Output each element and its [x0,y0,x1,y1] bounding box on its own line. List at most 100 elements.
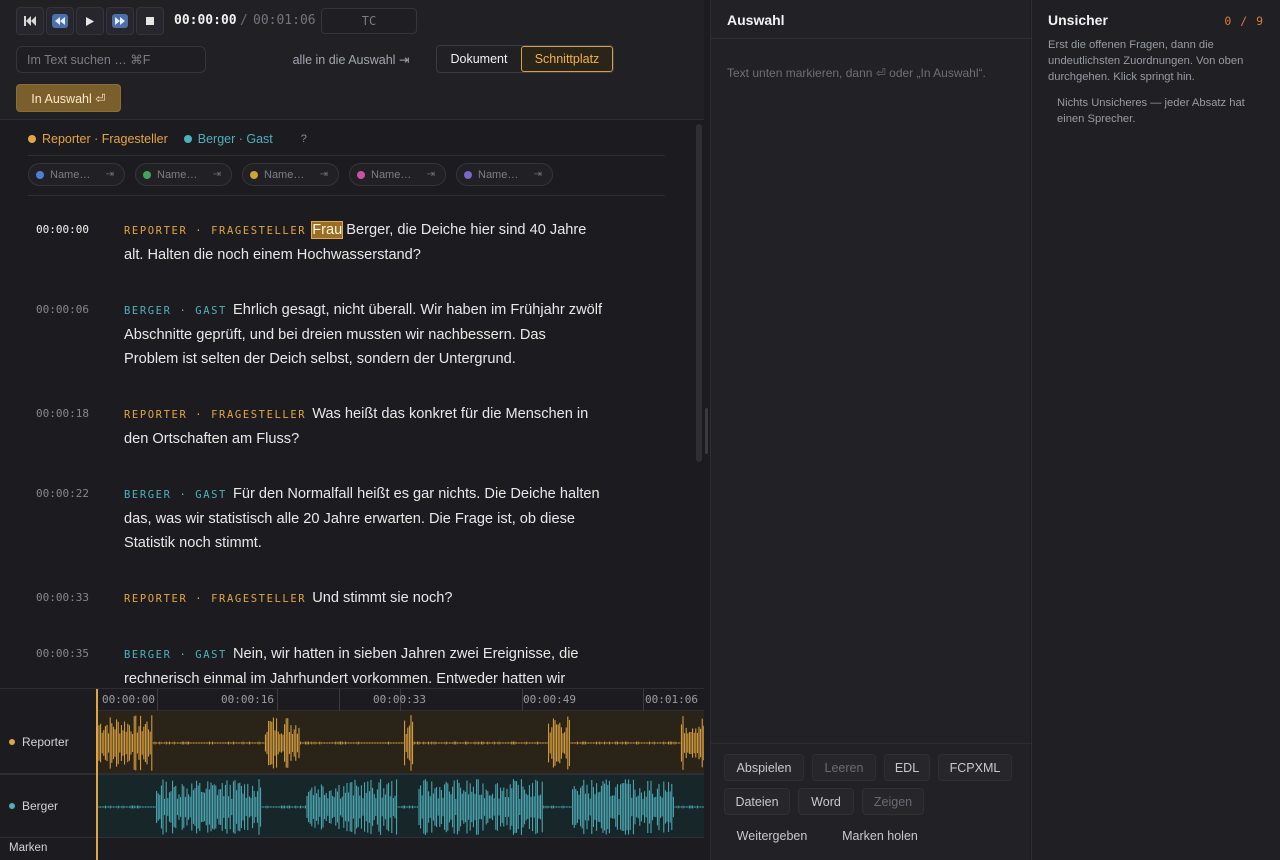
clear-selection-button[interactable]: Leeren [812,754,876,781]
speaker-name-chip[interactable]: Name… ⇥ [28,163,125,186]
transcript-scrollbar[interactable] [696,124,702,462]
uncertain-description: Erst die offenen Fragen, dann die undeut… [1048,39,1244,83]
skip-to-start-icon [24,16,36,26]
rewind-icon [52,14,68,28]
rewind-button[interactable] [46,7,74,35]
chip-placeholder: Name… [371,168,412,181]
paragraph-speaker[interactable]: Reporter · Fragesteller [124,225,306,237]
uncertain-title: Unsicher [1048,12,1108,28]
all-to-selection-button[interactable]: alle in die Auswahl ⇥ [282,46,420,72]
view-cutting-button[interactable]: Schnittplatz [521,46,613,72]
paragraph-timecode[interactable]: 00:00:33 [36,591,89,604]
speaker-label: Berger · Gast [197,132,273,146]
waveform-track [98,715,704,771]
speaker-label: Reporter · Fragesteller [42,132,168,146]
stop-button[interactable] [136,7,164,35]
speaker-name-chips: Name… ⇥ Name… ⇥ Name… ⇥ Name… ⇥ Name… ⇥ [28,163,563,186]
selection-hint: Text unten markieren, dann ⏎ oder „In Au… [727,66,986,80]
timeline: 00:00:00 00:00:16 00:00:33 00:00:49 00:0… [0,688,704,860]
paragraph-speaker[interactable]: Berger · Gast [124,649,227,661]
chip-color-dot [464,170,472,179]
paragraph-text[interactable]: Reporter · Fragesteller Und stimmt sie no… [124,586,604,611]
paragraph-text[interactable]: Berger · Gast Nein, wir hatten in sieben … [124,642,604,688]
chip-placeholder: Name… [157,168,198,181]
fast-forward-icon [112,14,128,28]
paragraph-speaker[interactable]: Berger · Gast [124,489,227,501]
waveform[interactable] [0,689,704,860]
paragraph-timecode[interactable]: 00:00:06 [36,303,89,316]
chip-color-dot [250,170,258,179]
divider [28,155,665,156]
paragraph-text[interactable]: Berger · Gast Ehrlich gesagt, nicht übera… [124,298,604,371]
export-edl-button[interactable]: EDL [884,754,930,781]
speaker-color-dot [28,135,36,143]
speaker-name-chip[interactable]: Name… ⇥ [456,163,553,186]
tab-icon: ⇥ [105,169,114,180]
speaker-name-chip[interactable]: Name… ⇥ [349,163,446,186]
skip-to-start-button[interactable] [16,7,44,35]
current-timecode: 00:00:00 [174,13,237,28]
speaker-legend: Reporter · Fragesteller Berger · Gast ? [28,131,307,147]
selection-actions: Abspielen Leeren EDL FCPXML Dateien Word… [711,743,1031,860]
selected-word[interactable]: Frau [311,221,344,239]
transcript-body: 00:00:00 Reporter · Fragesteller Frau Ber… [0,205,696,688]
paragraph-timecode[interactable]: 00:00:00 [36,223,89,236]
paragraph-speaker[interactable]: Reporter · Fragesteller [124,409,306,421]
play-icon [86,16,94,26]
speaker-color-dot [183,135,192,143]
tab-icon: ⇥ [426,169,435,180]
chip-placeholder: Name… [50,168,91,181]
tab-icon: ⇥ [533,169,542,180]
speaker-help-button[interactable]: ? [301,133,307,145]
export-word-button[interactable]: Word [798,788,854,815]
paragraph-text[interactable]: Reporter · Fragesteller Frau Berger, die … [124,218,604,267]
paragraph-text[interactable]: Berger · Gast Für den Normalfall heißt es… [124,482,604,555]
paragraph-timecode[interactable]: 00:00:18 [36,407,89,420]
divider [28,195,665,196]
playhead[interactable] [96,689,98,860]
paragraph-timecode[interactable]: 00:00:35 [36,647,89,660]
transcript-pane: 00:00:00 / 00:01:06 TC Im Text suchen … … [0,0,704,860]
export-files-button[interactable]: Dateien [724,788,790,815]
uncertain-pane: Unsicher 0 / 9 Erst die offenen Fragen, … [1031,0,1280,860]
play-selection-button[interactable]: Abspielen [724,754,804,781]
view-document-button[interactable]: Dokument [437,46,521,72]
chip-placeholder: Name… [264,168,305,181]
uncertain-empty-state: Nichts Unsicheres — jeder Absatz hat ein… [1057,97,1245,125]
paragraph-content[interactable]: Und stimmt sie noch? [312,590,452,606]
add-to-selection-button[interactable]: In Auswahl ⏎ [16,84,121,112]
timecode-input[interactable]: TC [321,8,417,34]
marks-track-label: Marken [9,842,48,854]
chip-color-dot [357,170,365,179]
speaker-name-chip[interactable]: Name… ⇥ [242,163,339,186]
view-toggle: Dokument Schnittplatz [436,45,614,73]
fetch-marks-button[interactable]: Marken holen [832,822,928,849]
divider [711,38,1031,39]
stop-icon [146,17,154,25]
paragraph-text[interactable]: Reporter · Fragesteller Was heißt das kon… [124,402,604,451]
uncertain-count: 0 / 9 [1224,14,1264,28]
pane-resize-handle[interactable] [705,408,708,454]
search-input[interactable]: Im Text suchen … ⌘F [16,46,206,73]
speaker-reporter[interactable]: Reporter · Fragesteller [28,132,168,146]
selection-pane: Auswahl Text unten markieren, dann ⏎ ode… [710,0,1031,860]
play-button[interactable] [76,7,104,35]
total-timecode: 00:01:06 [253,13,316,28]
paragraph-speaker[interactable]: Berger · Gast [124,305,227,317]
timecode-separator: / [240,13,248,28]
speaker-berger[interactable]: Berger · Gast [183,132,273,146]
tab-icon: ⇥ [212,169,221,180]
paragraph-speaker[interactable]: Reporter · Fragesteller [124,593,306,605]
show-button[interactable]: Zeigen [862,788,924,815]
selection-title: Auswahl [727,12,785,28]
tab-icon: ⇥ [319,169,328,180]
chip-placeholder: Name… [478,168,519,181]
chip-color-dot [143,170,151,179]
speaker-name-chip[interactable]: Name… ⇥ [135,163,232,186]
chip-color-dot [36,170,44,179]
fast-forward-button[interactable] [106,7,134,35]
paragraph-timecode[interactable]: 00:00:22 [36,487,89,500]
export-fcpxml-button[interactable]: FCPXML [938,754,1012,781]
share-button[interactable]: Weitergeben [724,822,820,849]
waveform-track [98,779,704,835]
